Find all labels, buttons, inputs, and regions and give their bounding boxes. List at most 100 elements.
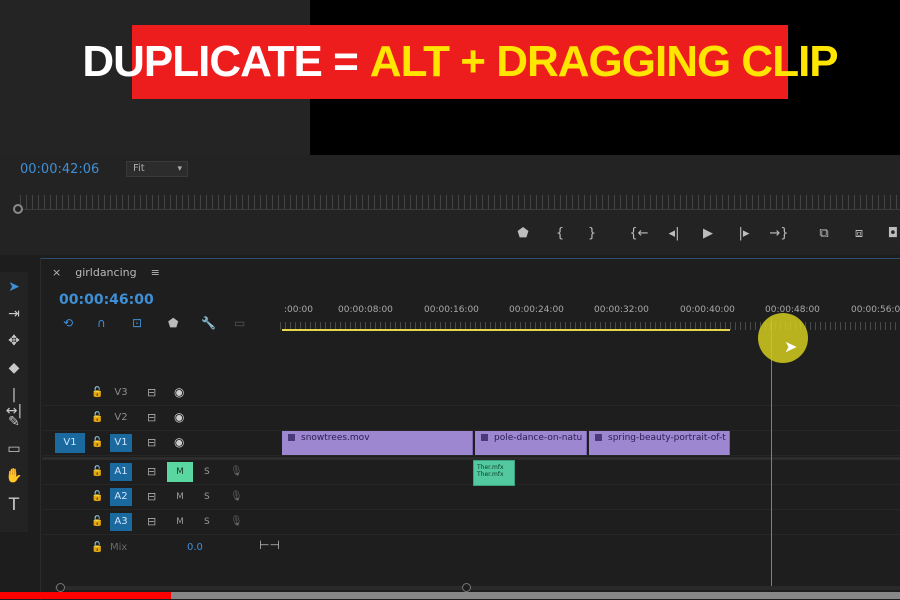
lift-icon[interactable]: ⧉ — [813, 226, 835, 241]
work-area-bar[interactable] — [282, 329, 730, 331]
ruler-label: 00:00:32:00 — [594, 305, 649, 315]
sync-lock-icon[interactable]: ⊟ — [147, 411, 156, 424]
sequence-tab[interactable]: × girldancing ≡ — [52, 266, 160, 279]
go-to-out-icon[interactable]: →} — [768, 226, 790, 241]
export-frame-icon[interactable]: ◘ — [882, 226, 900, 241]
title-banner: DUPLICATE = ALT + DRAGGING CLIP — [82, 25, 839, 99]
audio-clip-name: Ther.mfx Ther.mfx — [477, 464, 504, 478]
extract-icon[interactable]: ⧈ — [848, 226, 870, 241]
lock-icon[interactable]: 🔓 — [91, 387, 103, 398]
video-clip[interactable]: snowtrees.mov — [282, 431, 473, 455]
play-icon[interactable]: ▶ — [697, 226, 719, 241]
solo-button-a3[interactable]: S — [204, 517, 210, 527]
sync-lock-icon[interactable]: ⊟ — [147, 490, 156, 503]
zoom-select[interactable]: Fit ▾ — [126, 161, 188, 177]
ruler-label: 00:00:40:00 — [680, 305, 735, 315]
close-icon[interactable]: × — [52, 266, 61, 279]
video-clip[interactable]: spring-beauty-portrait-of-t — [589, 431, 730, 455]
selection-tool-icon[interactable]: ➤ — [4, 279, 24, 299]
collapse-icon[interactable]: ⊢⊣ — [259, 538, 280, 552]
linked-selection-icon[interactable]: ⊡ — [132, 316, 142, 330]
sequence-name: girldancing — [75, 266, 137, 279]
mix-label: Mix — [110, 542, 128, 553]
track-name-a2[interactable]: A2 — [110, 488, 132, 506]
zoom-select-value: Fit — [133, 163, 145, 174]
lock-icon[interactable]: 🔓 — [91, 412, 103, 423]
audio-clip[interactable]: Ther.mfx Ther.mfx — [473, 460, 515, 486]
monitor-playhead[interactable] — [13, 204, 23, 214]
microphone-icon[interactable]: 🎙 — [230, 466, 243, 477]
ripple-edit-icon[interactable]: ✥ — [4, 333, 24, 353]
menu-icon[interactable]: ≡ — [151, 266, 160, 279]
step-back-icon[interactable]: ◂| — [663, 226, 685, 241]
sync-lock-icon[interactable]: ⊟ — [147, 436, 156, 449]
solo-button-a1[interactable]: S — [204, 467, 210, 477]
cursor-highlight — [758, 313, 808, 363]
ruler-label: 00:00:24:00 — [509, 305, 564, 315]
video-clip[interactable]: pole-dance-on-natu — [475, 431, 587, 455]
track-select-icon[interactable]: ⇥ — [4, 306, 24, 326]
fx-icon — [288, 434, 295, 441]
clip-name: snowtrees.mov — [301, 433, 370, 443]
rectangle-icon[interactable]: ▭ — [4, 441, 24, 461]
slip-icon[interactable]: |↔| — [4, 387, 24, 419]
ruler-label: 00:00:48:00 — [765, 305, 820, 315]
fx-icon — [595, 434, 602, 441]
wrench-icon[interactable]: 🔧 — [201, 316, 216, 330]
source-patch-v1[interactable]: V1 — [55, 433, 85, 453]
eye-icon[interactable]: ◉ — [174, 435, 184, 449]
mute-button-a3[interactable]: M — [167, 512, 193, 532]
marker-icon[interactable]: ⬟ — [512, 226, 534, 241]
scrollbar-handle-right[interactable] — [462, 583, 471, 592]
lock-icon[interactable]: 🔓 — [91, 491, 103, 502]
banner-text-yellow: ALT + DRAGGING CLIP — [369, 37, 839, 86]
razor-icon[interactable]: ◆ — [4, 360, 24, 380]
track-name-a1[interactable]: A1 — [110, 463, 132, 481]
go-to-in-icon[interactable]: {← — [628, 226, 650, 241]
sequence-timecode[interactable]: 00:00:46:00 — [59, 292, 154, 308]
lock-icon[interactable]: 🔓 — [91, 466, 103, 477]
track-name-v3[interactable]: V3 — [110, 384, 132, 402]
pen-icon[interactable]: ✎ — [4, 414, 24, 434]
video-progress-fill — [0, 592, 171, 599]
snap-icon[interactable]: ∩ — [97, 316, 106, 330]
mark-out-icon[interactable]: } — [581, 226, 603, 241]
add-marker-icon[interactable]: ⬟ — [168, 316, 178, 330]
microphone-icon[interactable]: 🎙 — [230, 516, 243, 527]
ruler-label: 00:00:16:00 — [424, 305, 479, 315]
ruler-label: 00:00:56:0 — [851, 305, 900, 315]
track-name-v1[interactable]: V1 — [110, 434, 132, 452]
solo-button-a2[interactable]: S — [204, 492, 210, 502]
clip-name: pole-dance-on-natu — [494, 433, 583, 443]
monitor-ruler-line — [20, 209, 900, 210]
mark-in-icon[interactable]: { — [549, 226, 571, 241]
microphone-icon[interactable]: 🎙 — [230, 491, 243, 502]
mouse-cursor-icon: ➤ — [784, 337, 798, 356]
lock-icon[interactable]: 🔓 — [91, 516, 103, 527]
fx-icon — [481, 434, 488, 441]
type-icon[interactable]: T — [4, 495, 24, 515]
captions-icon[interactable]: ▭ — [234, 316, 245, 330]
sync-lock-icon[interactable]: ⊟ — [147, 515, 156, 528]
timeline-scrollbar[interactable] — [55, 586, 900, 590]
clip-name: spring-beauty-portrait-of-t — [608, 433, 726, 443]
monitor-ruler[interactable] — [20, 195, 900, 209]
lock-icon: 🔓 — [91, 542, 104, 553]
sync-lock-icon[interactable]: ⊟ — [147, 465, 156, 478]
mix-value[interactable]: 0.0 — [187, 542, 203, 553]
banner-text-white: DUPLICATE = — [82, 37, 358, 86]
track-name-v2[interactable]: V2 — [110, 409, 132, 427]
track-name-a3[interactable]: A3 — [110, 513, 132, 531]
step-forward-icon[interactable]: |▸ — [733, 226, 755, 241]
scrollbar-handle-left[interactable] — [56, 583, 65, 592]
mute-button-a1[interactable]: M — [167, 462, 193, 482]
mute-button-a2[interactable]: M — [167, 487, 193, 507]
lock-icon[interactable]: 🔓 — [91, 437, 103, 448]
chevron-down-icon: ▾ — [177, 164, 182, 174]
eye-icon[interactable]: ◉ — [174, 410, 184, 424]
eye-icon[interactable]: ◉ — [174, 385, 184, 399]
program-timecode[interactable]: 00:00:42:06 — [20, 162, 99, 177]
nest-icon[interactable]: ⟲ — [63, 316, 73, 330]
hand-icon[interactable]: ✋ — [4, 468, 24, 488]
sync-lock-icon[interactable]: ⊟ — [147, 386, 156, 399]
